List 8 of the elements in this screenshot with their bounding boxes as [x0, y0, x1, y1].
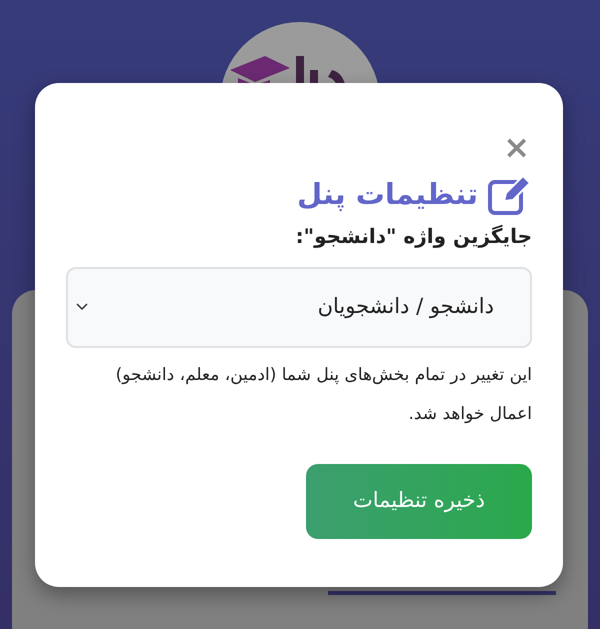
help-text: این تغییر در تمام بخش‌های پنل شما (ادمین، معلم، دانشجو) اعمال خواهد شد. — [114, 364, 532, 426]
edit-icon — [488, 174, 532, 215]
chevron-down-icon — [76, 303, 88, 311]
save-button[interactable]: ذخیره تنظیمات — [306, 464, 532, 538]
select-field[interactable]: دانشجو / دانشجویان — [66, 266, 532, 348]
field-label: جایگزین واژه "دانشجو": — [294, 222, 532, 250]
close-button[interactable]: × — [503, 131, 530, 163]
dialog-title: تنظیمات پنل — [297, 176, 478, 214]
